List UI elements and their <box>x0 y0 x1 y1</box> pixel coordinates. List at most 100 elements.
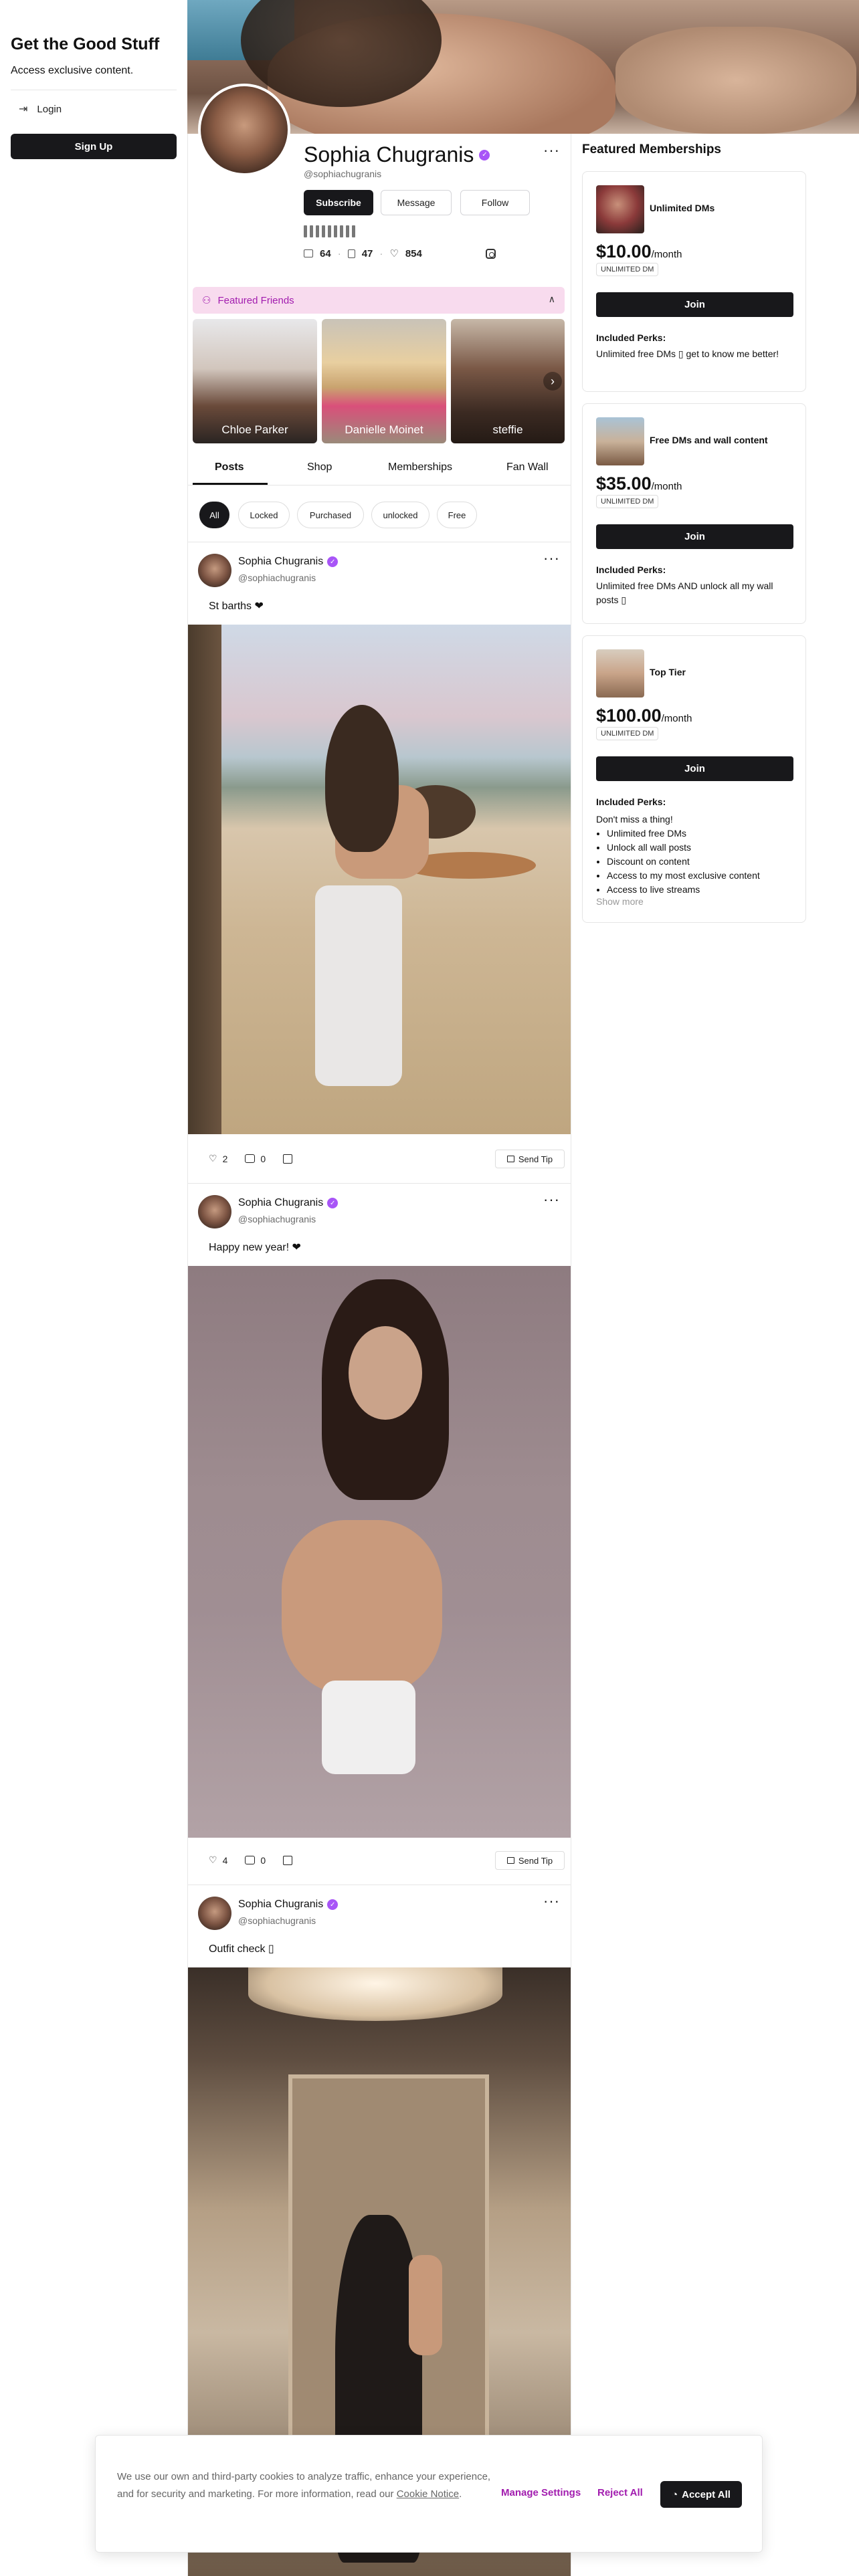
message-button[interactable]: Message <box>381 190 452 215</box>
post-author-name: Sophia Chugranis <box>238 1899 324 1910</box>
post-caption: Happy new year! ❤ <box>209 1242 301 1253</box>
send-tip-label: Send Tip <box>518 1154 553 1164</box>
post-caption: Outfit check ▯ <box>209 1943 274 1955</box>
post-more-icon[interactable]: ··· <box>543 550 560 567</box>
post-image[interactable] <box>188 625 571 1134</box>
brand-title: Get the Good Stuff <box>11 35 160 53</box>
filter-all[interactable]: All <box>199 502 229 528</box>
tab-memberships[interactable]: Memberships <box>388 461 452 473</box>
manage-settings-button[interactable]: Manage Settings <box>501 2487 581 2498</box>
join-button[interactable]: Join <box>596 756 793 781</box>
like-count: 2 <box>222 1153 228 1164</box>
perks-title: Included Perks: <box>596 332 666 343</box>
chevron-up-icon[interactable]: ∧ <box>549 294 555 305</box>
post-handle: @sophiachugranis <box>238 1214 316 1224</box>
perk-item: Unlimited free DMs <box>607 827 790 841</box>
membership-badge: UNLIMITED DM <box>596 727 659 740</box>
post-author[interactable]: Sophia Chugranis ✓ <box>238 556 339 568</box>
filter-free[interactable]: Free <box>437 502 477 528</box>
filter-unlocked[interactable]: unlocked <box>371 502 430 528</box>
tab-shop[interactable]: Shop <box>307 461 332 473</box>
post-handle: @sophiachugranis <box>238 1915 316 1926</box>
membership-name: Free DMs and wall content <box>650 435 768 445</box>
login-button[interactable]: ⇥ Login <box>11 98 177 120</box>
signup-button[interactable]: Sign Up <box>11 134 177 159</box>
comment-icon <box>245 1856 256 1864</box>
profile-name-text: Sophia Chugranis <box>304 142 474 167</box>
verified-icon: ✓ <box>327 1899 339 1910</box>
accept-all-label: Accept All <box>682 2488 731 2500</box>
heart-icon: ♡ <box>209 1153 217 1164</box>
profile-avatar[interactable] <box>198 84 290 176</box>
share-button[interactable] <box>283 1154 293 1164</box>
join-button[interactable]: Join <box>596 292 793 317</box>
post-image[interactable] <box>188 1266 571 1838</box>
like-button[interactable]: ♡ 4 <box>209 1854 227 1866</box>
comment-button[interactable]: 0 <box>245 1154 266 1164</box>
heart-icon: ♡ <box>209 1854 217 1865</box>
join-button[interactable]: Join <box>596 524 793 549</box>
post-author-avatar[interactable] <box>198 554 231 587</box>
post-actions: ♡ 2 0 <box>209 1153 293 1164</box>
share-button[interactable] <box>283 1855 293 1865</box>
post-author[interactable]: Sophia Chugranis ✓ <box>238 1899 339 1911</box>
membership-card: Unlimited DMs $10.00/month UNLIMITED DM … <box>582 171 806 392</box>
membership-period: /month <box>661 713 692 724</box>
featured-friends-label: Featured Friends <box>217 294 294 306</box>
accept-all-button[interactable]: ◔ Accept All <box>660 2481 742 2508</box>
friend-name: steffie <box>492 423 523 436</box>
arrow-right-icon[interactable]: › <box>543 372 562 391</box>
post-author-name: Sophia Chugranis <box>238 556 324 567</box>
more-options-icon[interactable]: ··· <box>543 142 560 159</box>
post-author-avatar[interactable] <box>198 1897 231 1930</box>
post-more-icon[interactable]: ··· <box>543 1893 560 1910</box>
post-author-avatar[interactable] <box>198 1195 231 1228</box>
show-more-link[interactable]: Show more <box>596 896 644 907</box>
featured-friends-header[interactable]: ⚇ Featured Friends ∧ <box>193 287 565 314</box>
membership-price: $100.00/month <box>596 706 692 726</box>
tab-fan-wall[interactable]: Fan Wall <box>506 461 549 473</box>
friend-card[interactable]: Chloe Parker <box>193 319 317 443</box>
perks-text: Don't miss a thing! Unlimited free DMs U… <box>596 813 790 897</box>
profile-stats: 64 · 47 · ♡ 854 <box>304 247 422 259</box>
membership-name: Unlimited DMs <box>650 203 715 213</box>
filter-locked[interactable]: Locked <box>238 502 290 528</box>
post-caption: St barths ❤ <box>209 601 264 612</box>
perks-title: Included Perks: <box>596 564 666 575</box>
subscribe-button[interactable]: Subscribe <box>304 190 373 215</box>
follow-button[interactable]: Follow <box>460 190 530 215</box>
redacted-text-icon <box>304 225 355 237</box>
membership-price: $10.00/month <box>596 241 682 261</box>
cookie-banner: We use our own and third-party cookies t… <box>95 2435 763 2553</box>
friends-icon: ⚇ <box>202 295 211 306</box>
post-author[interactable]: Sophia Chugranis ✓ <box>238 1197 339 1209</box>
perks-text: Unlimited free DMs ▯ get to know me bett… <box>596 348 779 359</box>
instagram-icon[interactable] <box>486 249 496 259</box>
comment-count: 0 <box>260 1854 266 1866</box>
media-count: 64 <box>320 247 331 259</box>
profile-name: Sophia Chugranis ✓ <box>304 142 490 167</box>
sidebar: Get the Good Stuff Access exclusive cont… <box>0 0 187 2576</box>
perks-intro: Don't miss a thing! <box>596 814 673 825</box>
send-tip-button[interactable]: Send Tip <box>495 1150 565 1168</box>
reject-all-button[interactable]: Reject All <box>597 2487 643 2498</box>
gift-icon <box>506 1857 514 1864</box>
comment-button[interactable]: 0 <box>245 1855 266 1866</box>
friend-card[interactable]: Danielle Moinet <box>322 319 446 443</box>
membership-card: Free DMs and wall content $35.00/month U… <box>582 403 806 624</box>
tab-posts[interactable]: Posts <box>215 461 244 473</box>
perk-item: Access to live streams <box>607 883 790 897</box>
post-more-icon[interactable]: ··· <box>543 1191 560 1208</box>
likes-count: 854 <box>405 247 422 259</box>
cookie-notice-link[interactable]: Cookie Notice <box>397 2488 459 2500</box>
verified-icon: ✓ <box>327 1198 339 1208</box>
cookie-text: We use our own and third-party cookies t… <box>117 2471 491 2500</box>
login-label: Login <box>37 103 62 115</box>
send-tip-button[interactable]: Send Tip <box>495 1851 565 1870</box>
membership-badge: UNLIMITED DM <box>596 263 659 276</box>
login-icon: ⇥ <box>19 104 28 115</box>
filter-purchased[interactable]: Purchased <box>297 502 364 528</box>
like-button[interactable]: ♡ 2 <box>209 1153 227 1164</box>
post-divider <box>188 1183 571 1184</box>
perk-item: Access to my most exclusive content <box>607 869 790 883</box>
